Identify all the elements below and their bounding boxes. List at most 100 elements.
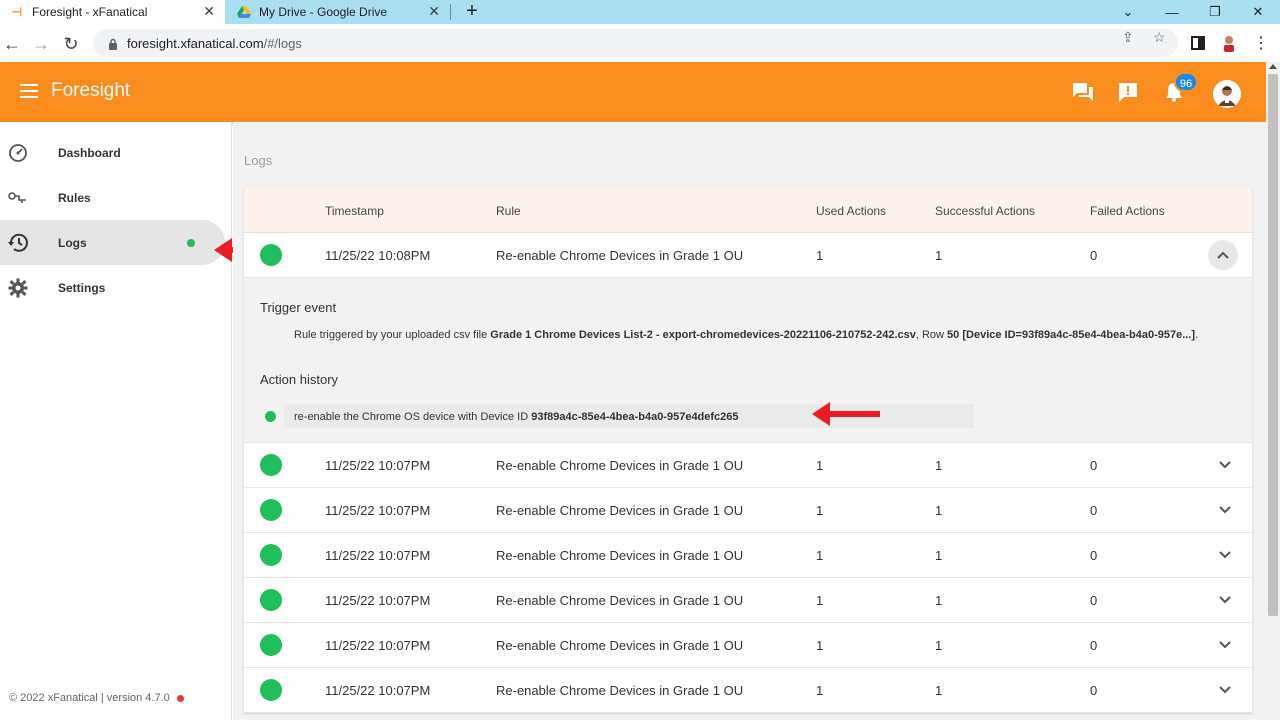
tab-search-icon[interactable]: ⌄ <box>1108 0 1148 24</box>
table-row[interactable]: 11/25/22 10:07PM Re-enable Chrome Device… <box>244 578 1252 623</box>
app-brand: Foresight <box>51 80 131 101</box>
used-actions-cell: 1 <box>816 548 824 563</box>
table-row[interactable]: 11/25/22 10:07PM Re-enable Chrome Device… <box>244 533 1252 578</box>
user-avatar[interactable] <box>1213 80 1241 108</box>
used-actions-cell: 1 <box>816 593 824 608</box>
expand-chevron-down-icon[interactable] <box>1217 546 1233 562</box>
timestamp-cell: 11/25/22 10:07PM <box>325 458 431 473</box>
history-icon <box>7 232 29 254</box>
sidebar-item-logs[interactable]: Logs <box>0 220 225 265</box>
footer-text: © 2022 xFanatical | version 4.7.0 <box>9 692 170 704</box>
table-row-expanded[interactable]: 11/25/22 10:08PM Re-enable Chrome Device… <box>244 233 1252 278</box>
used-actions-cell: 1 <box>816 503 824 518</box>
rule-cell: Re-enable Chrome Devices in Grade 1 OU <box>496 593 744 608</box>
timestamp-cell: 11/25/22 10:07PM <box>325 683 431 698</box>
timestamp-cell: 11/25/22 10:08PM <box>325 248 431 263</box>
success-status-icon <box>260 544 282 566</box>
reload-icon[interactable]: ↻ <box>59 32 83 56</box>
close-window-button[interactable]: ✕ <box>1238 0 1278 24</box>
close-tab-icon[interactable]: ✕ <box>203 3 215 20</box>
expand-chevron-down-icon[interactable] <box>1217 591 1233 607</box>
column-header-successful-actions[interactable]: Successful Actions <box>935 204 1035 218</box>
success-status-icon <box>260 499 282 521</box>
page-title: Logs <box>244 153 273 168</box>
rules-icon <box>7 187 29 209</box>
success-dot-icon <box>265 411 276 422</box>
sidebar-item-label: Settings <box>58 280 106 295</box>
page-scrollbar[interactable] <box>1266 62 1280 720</box>
hamburger-menu-icon[interactable] <box>20 84 38 98</box>
sidebar: Dashboard Rules Logs Settings © 2022 xFa… <box>0 122 232 720</box>
trigger-event-text: Rule triggered by your uploaded csv file… <box>294 329 1199 341</box>
feedback-icon[interactable] <box>1116 80 1140 104</box>
restore-button[interactable]: ❐ <box>1195 0 1235 24</box>
chat-icon[interactable] <box>1071 80 1095 104</box>
table-header: Timestamp Rule Used Actions Successful A… <box>244 188 1252 233</box>
speedometer-icon <box>7 142 29 164</box>
sidebar-item-dashboard[interactable]: Dashboard <box>0 130 225 175</box>
failed-actions-cell: 0 <box>1090 638 1098 653</box>
sidebar-item-label: Rules <box>58 190 91 205</box>
expand-chevron-down-icon[interactable] <box>1217 501 1233 517</box>
failed-actions-cell: 0 <box>1090 548 1098 563</box>
success-status-icon <box>260 679 282 701</box>
scroll-up-icon[interactable] <box>1269 64 1277 69</box>
tab-divider <box>450 4 451 20</box>
close-tab-icon[interactable]: ✕ <box>428 3 440 20</box>
table-row[interactable]: 11/25/22 10:07PM Re-enable Chrome Device… <box>244 488 1252 533</box>
version-footer: © 2022 xFanatical | version 4.7.0 <box>9 692 184 704</box>
rule-cell: Re-enable Chrome Devices in Grade 1 OU <box>496 683 744 698</box>
main-content: Logs Timestamp Rule Used Actions Success… <box>233 122 1266 720</box>
profile-avatar-icon[interactable] <box>1218 32 1240 54</box>
used-actions-cell: 1 <box>816 683 824 698</box>
rule-cell: Re-enable Chrome Devices in Grade 1 OU <box>496 548 744 563</box>
failed-actions-cell: 0 <box>1090 503 1098 518</box>
successful-actions-cell: 1 <box>935 638 943 653</box>
rule-cell: Re-enable Chrome Devices in Grade 1 OU <box>496 248 744 263</box>
share-icon[interactable]: ⇪ <box>1122 29 1134 46</box>
successful-actions-cell: 1 <box>935 593 943 608</box>
expand-chevron-down-icon[interactable] <box>1217 456 1233 472</box>
active-indicator-dot <box>187 238 195 247</box>
column-header-used-actions[interactable]: Used Actions <box>816 204 886 218</box>
table-row[interactable]: 11/25/22 10:07PM Re-enable Chrome Device… <box>244 443 1252 488</box>
expand-chevron-down-icon[interactable] <box>1217 636 1233 652</box>
trigger-event-title: Trigger event <box>260 300 337 315</box>
successful-actions-cell: 1 <box>935 248 943 263</box>
column-header-failed-actions[interactable]: Failed Actions <box>1090 204 1165 218</box>
rule-cell: Re-enable Chrome Devices in Grade 1 OU <box>496 638 744 653</box>
side-panel-icon[interactable] <box>1187 32 1209 54</box>
sidebar-item-rules[interactable]: Rules <box>0 175 225 220</box>
scrollbar-thumb[interactable] <box>1268 74 1278 616</box>
failed-actions-cell: 0 <box>1090 458 1098 473</box>
browser-menu-icon[interactable]: ⋮ <box>1250 32 1272 54</box>
column-header-timestamp[interactable]: Timestamp <box>325 204 384 218</box>
back-arrow-icon[interactable]: ← <box>0 32 24 56</box>
gear-icon <box>7 277 29 299</box>
bookmark-star-icon[interactable]: ☆ <box>1153 29 1166 46</box>
success-status-icon <box>260 244 282 266</box>
minimize-button[interactable]: — <box>1152 0 1192 24</box>
sidebar-item-settings[interactable]: Settings <box>0 265 225 310</box>
google-drive-icon <box>237 5 251 19</box>
column-header-rule[interactable]: Rule <box>496 204 521 218</box>
url-text: foresight.xfanatical.com/#/logs <box>127 35 302 51</box>
tab-title: Foresight - xFanatical <box>32 5 148 19</box>
expand-chevron-down-icon[interactable] <box>1217 681 1233 697</box>
timestamp-cell: 11/25/22 10:07PM <box>325 548 431 563</box>
failed-actions-cell: 0 <box>1090 248 1098 263</box>
forward-arrow-icon[interactable]: → <box>29 32 53 56</box>
tab-foresight[interactable]: ⊣ Foresight - xFanatical ✕ <box>0 0 225 24</box>
successful-actions-cell: 1 <box>935 683 943 698</box>
action-history-text: re-enable the Chrome OS device with Devi… <box>294 411 739 423</box>
rule-cell: Re-enable Chrome Devices in Grade 1 OU <box>496 458 744 473</box>
address-bar[interactable]: foresight.xfanatical.com/#/logs <box>93 29 1178 57</box>
timestamp-cell: 11/25/22 10:07PM <box>325 593 431 608</box>
used-actions-cell: 1 <box>816 638 824 653</box>
timestamp-cell: 11/25/22 10:07PM <box>325 638 431 653</box>
tab-google-drive[interactable]: My Drive - Google Drive ✕ <box>225 0 450 24</box>
collapse-chevron-up-icon[interactable] <box>1208 240 1238 270</box>
table-row[interactable]: 11/25/22 10:07PM Re-enable Chrome Device… <box>244 623 1252 668</box>
table-row[interactable]: 11/25/22 10:07PM Re-enable Chrome Device… <box>244 668 1252 713</box>
new-tab-button[interactable]: + <box>460 0 484 24</box>
